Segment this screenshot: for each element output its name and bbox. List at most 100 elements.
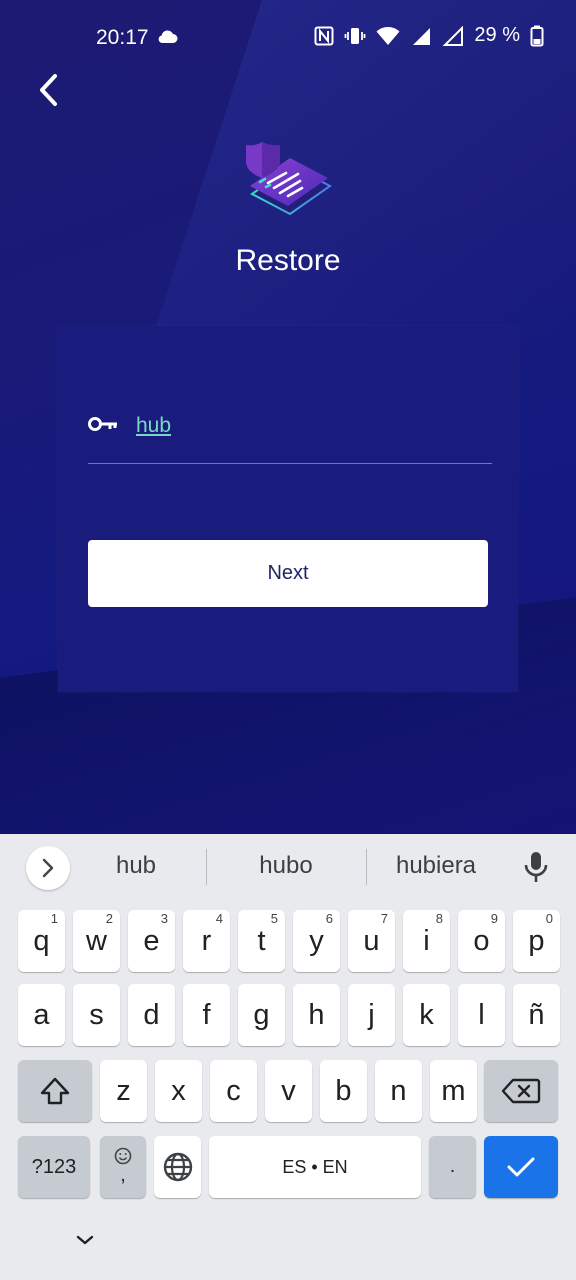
key-label: c	[226, 1074, 241, 1107]
key-w[interactable]: w2	[73, 910, 120, 972]
key-input-value: hub	[136, 414, 172, 437]
key-z[interactable]: z	[100, 1060, 147, 1122]
signal-icon	[442, 25, 464, 46]
key-label: i	[423, 924, 430, 957]
key-x[interactable]: x	[155, 1060, 202, 1122]
key-label: f	[202, 998, 211, 1031]
key-label: e	[143, 924, 160, 957]
key-label: x	[171, 1074, 186, 1107]
suggestion-2[interactable]: hubo	[216, 852, 356, 880]
key-r[interactable]: r4	[183, 910, 230, 972]
key-f[interactable]: f	[183, 984, 230, 1046]
key-hint: 2	[105, 911, 113, 926]
key-icon	[88, 416, 118, 437]
expand-suggestions-button[interactable]	[26, 846, 70, 890]
key-l[interactable]: l	[458, 984, 505, 1046]
key-symbols-label: ?123	[31, 1155, 77, 1178]
page-title: Restore	[235, 244, 341, 277]
battery-icon	[530, 25, 544, 47]
key-label: y	[309, 924, 324, 957]
key-label: z	[116, 1074, 131, 1107]
key-b[interactable]: b	[320, 1060, 367, 1122]
key-hint: 1	[50, 911, 58, 926]
restore-logo-icon	[244, 138, 334, 220]
key-shift[interactable]	[18, 1060, 92, 1122]
key-hint: 0	[545, 911, 553, 926]
key-g[interactable]: g	[238, 984, 285, 1046]
key-label: j	[368, 998, 375, 1031]
wifi-icon	[376, 26, 400, 46]
shift-icon	[40, 1077, 70, 1105]
back-button[interactable]	[30, 70, 66, 110]
next-button[interactable]: Next	[88, 540, 488, 607]
key-t[interactable]: t5	[238, 910, 285, 972]
chevron-right-icon	[42, 858, 54, 878]
signal-icon	[410, 26, 432, 46]
key-o[interactable]: o9	[458, 910, 505, 972]
key-c[interactable]: c	[210, 1060, 257, 1122]
key-label: w	[86, 924, 107, 957]
status-bar: 20:17 29 %	[0, 0, 576, 74]
key-a[interactable]: a	[18, 984, 65, 1046]
key-comma-label: ,	[120, 1165, 126, 1186]
checkmark-icon	[507, 1157, 535, 1177]
key-s[interactable]: s	[73, 984, 120, 1046]
key-label: ñ	[528, 998, 545, 1031]
key-label: k	[419, 998, 434, 1031]
key-space[interactable]: ES • EN	[209, 1136, 421, 1198]
key-m[interactable]: m	[430, 1060, 477, 1122]
key-hint: 5	[270, 911, 278, 926]
suggestion-3[interactable]: hubiera	[366, 852, 506, 880]
key-hint: 9	[490, 911, 498, 926]
key-h[interactable]: h	[293, 984, 340, 1046]
emoji-icon	[114, 1147, 132, 1165]
key-k[interactable]: k	[403, 984, 450, 1046]
key-j[interactable]: j	[348, 984, 395, 1046]
key-label: m	[441, 1074, 466, 1107]
battery-percent: 29 %	[474, 24, 520, 46]
key-d[interactable]: d	[128, 984, 175, 1046]
vibrate-icon	[344, 26, 366, 46]
key-label: l	[478, 998, 485, 1031]
key-period-label: .	[449, 1156, 456, 1177]
keyboard: hub hubo hubiera ?123 , ES • EN . q1w2e3…	[0, 834, 576, 1280]
suggestion-bar: hub hubo hubiera	[0, 834, 576, 902]
key-label: d	[143, 998, 160, 1031]
divider	[206, 849, 207, 885]
key-n[interactable]: n	[375, 1060, 422, 1122]
key-emoji-comma[interactable]: ,	[100, 1136, 146, 1198]
key-label: r	[201, 924, 212, 957]
key-v[interactable]: v	[265, 1060, 312, 1122]
key-label: p	[528, 924, 545, 957]
backspace-icon	[501, 1078, 541, 1104]
cloud-icon	[156, 28, 178, 49]
key-hint: 7	[380, 911, 388, 926]
restore-card	[58, 326, 518, 692]
key-hint: 8	[435, 911, 443, 926]
key-label: h	[308, 998, 325, 1031]
key-ñ[interactable]: ñ	[513, 984, 560, 1046]
key-p[interactable]: p0	[513, 910, 560, 972]
key-label: s	[89, 998, 104, 1031]
key-label: b	[335, 1074, 352, 1107]
key-enter[interactable]	[484, 1136, 558, 1198]
key-backspace[interactable]	[484, 1060, 558, 1122]
back-arrow-icon	[40, 74, 57, 106]
key-input-field[interactable]: hub	[88, 404, 492, 464]
key-language[interactable]	[154, 1136, 201, 1198]
key-u[interactable]: u7	[348, 910, 395, 972]
chevron-down-icon	[76, 1235, 94, 1245]
key-y[interactable]: y6	[293, 910, 340, 972]
hide-keyboard-button[interactable]	[74, 1232, 96, 1253]
key-period[interactable]: .	[429, 1136, 476, 1198]
status-time: 20:17	[96, 26, 149, 49]
key-label: q	[33, 924, 50, 957]
mic-icon[interactable]	[522, 850, 550, 889]
suggestion-1[interactable]: hub	[66, 852, 206, 880]
key-e[interactable]: e3	[128, 910, 175, 972]
key-symbols[interactable]: ?123	[18, 1136, 90, 1198]
key-i[interactable]: i8	[403, 910, 450, 972]
key-label: g	[253, 998, 270, 1031]
globe-icon	[163, 1152, 192, 1182]
key-q[interactable]: q1	[18, 910, 65, 972]
